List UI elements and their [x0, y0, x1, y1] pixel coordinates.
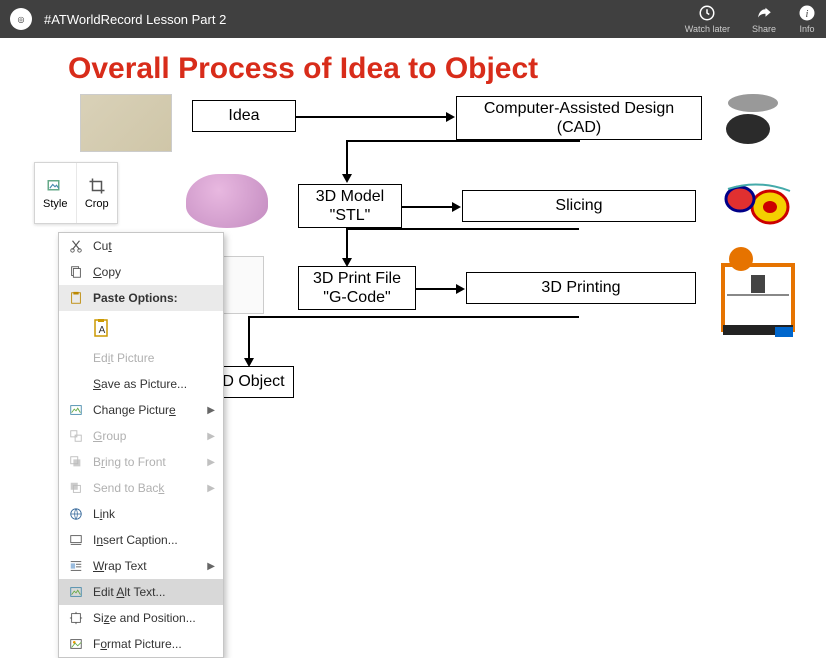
bring-front-icon — [67, 455, 85, 469]
change-picture-icon — [67, 403, 85, 417]
chevron-right-icon: ▶ — [207, 561, 215, 572]
info-button[interactable]: i Info — [798, 4, 816, 34]
menu-send-to-back: Send to Back ▶ — [59, 475, 223, 501]
video-header: ◎ #ATWorldRecord Lesson Part 2 Watch lat… — [0, 0, 826, 38]
menu-change-picture[interactable]: Change Picture ▶ — [59, 397, 223, 423]
arrow — [296, 116, 448, 118]
box-stl: 3D Model "STL" — [298, 184, 402, 228]
printer-image — [712, 244, 804, 340]
arrow-head-icon — [342, 174, 352, 183]
paste-icon — [67, 291, 85, 305]
menu-edit-picture: Edit Picture — [59, 345, 223, 371]
clock-icon — [698, 4, 716, 22]
box-slicing: Slicing — [462, 190, 696, 222]
arrow — [578, 140, 580, 142]
arrow — [402, 206, 454, 208]
share-button[interactable]: Share — [752, 4, 776, 34]
size-position-icon — [67, 611, 85, 625]
arrow — [416, 288, 458, 290]
arrow — [346, 140, 579, 142]
menu-copy[interactable]: Copy — [59, 259, 223, 285]
send-back-icon — [67, 481, 85, 495]
alt-text-icon — [67, 585, 85, 599]
menu-edit-alt-text[interactable]: Edit Alt Text... — [59, 579, 223, 605]
arrow — [346, 140, 348, 176]
copy-icon — [67, 265, 85, 279]
info-icon: i — [798, 4, 816, 22]
style-icon — [46, 177, 64, 195]
arrow-head-icon — [452, 202, 461, 212]
menu-wrap-text[interactable]: Wrap Text ▶ — [59, 553, 223, 579]
menu-paste-options: Paste Options: — [59, 285, 223, 311]
paste-keep-formatting[interactable]: A — [89, 315, 115, 341]
menu-insert-caption[interactable]: Insert Caption... — [59, 527, 223, 553]
wrap-text-icon — [67, 559, 85, 573]
crop-button[interactable]: Crop — [77, 163, 118, 223]
box-printing: 3D Printing — [466, 272, 696, 304]
paste-options-row: A — [59, 311, 223, 345]
format-picture-icon — [67, 637, 85, 651]
menu-cut[interactable]: Cut — [59, 233, 223, 259]
arrow — [346, 228, 579, 230]
svg-text:i: i — [806, 9, 809, 20]
group-icon — [67, 429, 85, 443]
svg-text:A: A — [99, 325, 106, 336]
cad-image — [718, 94, 786, 150]
arrow — [248, 316, 250, 360]
arrow — [248, 316, 579, 318]
chevron-right-icon: ▶ — [207, 405, 215, 416]
context-menu: Cut Copy Paste Options: A Edit Picture S… — [58, 232, 224, 658]
menu-size-position[interactable]: Size and Position... — [59, 605, 223, 631]
slicing-image — [716, 176, 800, 232]
menu-save-as-picture[interactable]: Save as Picture... — [59, 371, 223, 397]
share-icon — [755, 4, 773, 22]
menu-group: Group ▶ — [59, 423, 223, 449]
channel-logo[interactable]: ◎ — [10, 8, 32, 30]
video-title: #ATWorldRecord Lesson Part 2 — [44, 12, 226, 27]
page-title: Overall Process of Idea to Object — [68, 52, 826, 86]
cut-icon — [67, 239, 85, 253]
caption-icon — [67, 533, 85, 547]
stl-image — [186, 174, 268, 228]
crop-icon — [88, 177, 106, 195]
menu-format-picture[interactable]: Format Picture... — [59, 631, 223, 657]
watch-later-button[interactable]: Watch later — [685, 4, 730, 34]
box-gcode: 3D Print File "G-Code" — [298, 266, 416, 310]
style-button[interactable]: Style — [35, 163, 77, 223]
arrow-head-icon — [456, 284, 465, 294]
arrow-head-icon — [446, 112, 455, 122]
box-idea: Idea — [192, 100, 296, 132]
arrow — [346, 228, 348, 260]
link-icon — [67, 507, 85, 521]
menu-link[interactable]: Link — [59, 501, 223, 527]
picture-toolbar: Style Crop — [34, 162, 118, 224]
clipboard-a-icon: A — [92, 318, 112, 338]
menu-bring-to-front: Bring to Front ▶ — [59, 449, 223, 475]
diagram-canvas: Idea Computer-Assisted Design (CAD) 3D M… — [0, 94, 826, 654]
box-cad: Computer-Assisted Design (CAD) — [456, 96, 702, 140]
sketch-image[interactable] — [80, 94, 172, 152]
